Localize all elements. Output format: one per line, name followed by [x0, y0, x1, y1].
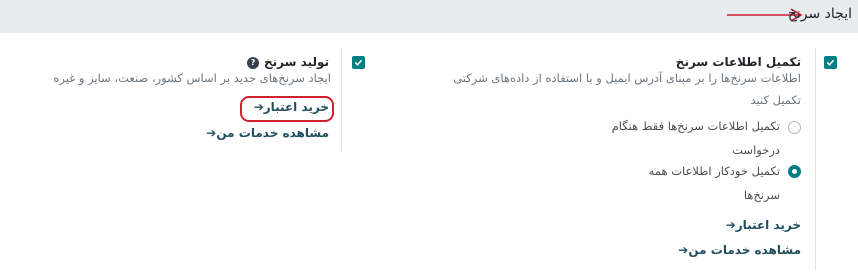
arrow-right-icon: ➔	[678, 243, 689, 257]
enrich-checkbox[interactable]	[824, 56, 837, 69]
enrich-on-demand-radio[interactable]	[788, 121, 801, 134]
column-divider	[341, 48, 342, 150]
arrow-right-icon: ➔	[725, 218, 736, 232]
section-header: ایجاد سرنخ	[0, 0, 858, 33]
section-divider	[815, 48, 816, 270]
generate-description: ایجاد سرنخ‌های جدید بر اساس کشور، صنعت، …	[53, 71, 331, 85]
section-title: ایجاد سرنخ	[787, 6, 852, 22]
enrich-buy-credits-link[interactable]: خرید اعتبار➔	[721, 218, 801, 232]
enrich-description: اطلاعات سرنخ‌ها را بر مبنای آدرس ایمیل و…	[453, 71, 801, 107]
arrow-right-icon: ➔	[206, 126, 217, 140]
enrich-on-demand-label: تکمیل اطلاعات سرنخ‌ها فقط هنگام درخواست	[611, 119, 780, 157]
enrich-view-services-link[interactable]: مشاهده خدمات من➔	[673, 243, 801, 257]
enrich-auto-label: تکمیل خودکار اطلاعات همه سرنخ‌ها	[648, 164, 780, 202]
generate-checkbox[interactable]	[352, 56, 365, 69]
annotation-highlight	[240, 96, 334, 122]
generate-view-services-link[interactable]: مشاهده خدمات من➔	[201, 126, 329, 140]
enrich-auto-radio[interactable]	[788, 165, 801, 178]
